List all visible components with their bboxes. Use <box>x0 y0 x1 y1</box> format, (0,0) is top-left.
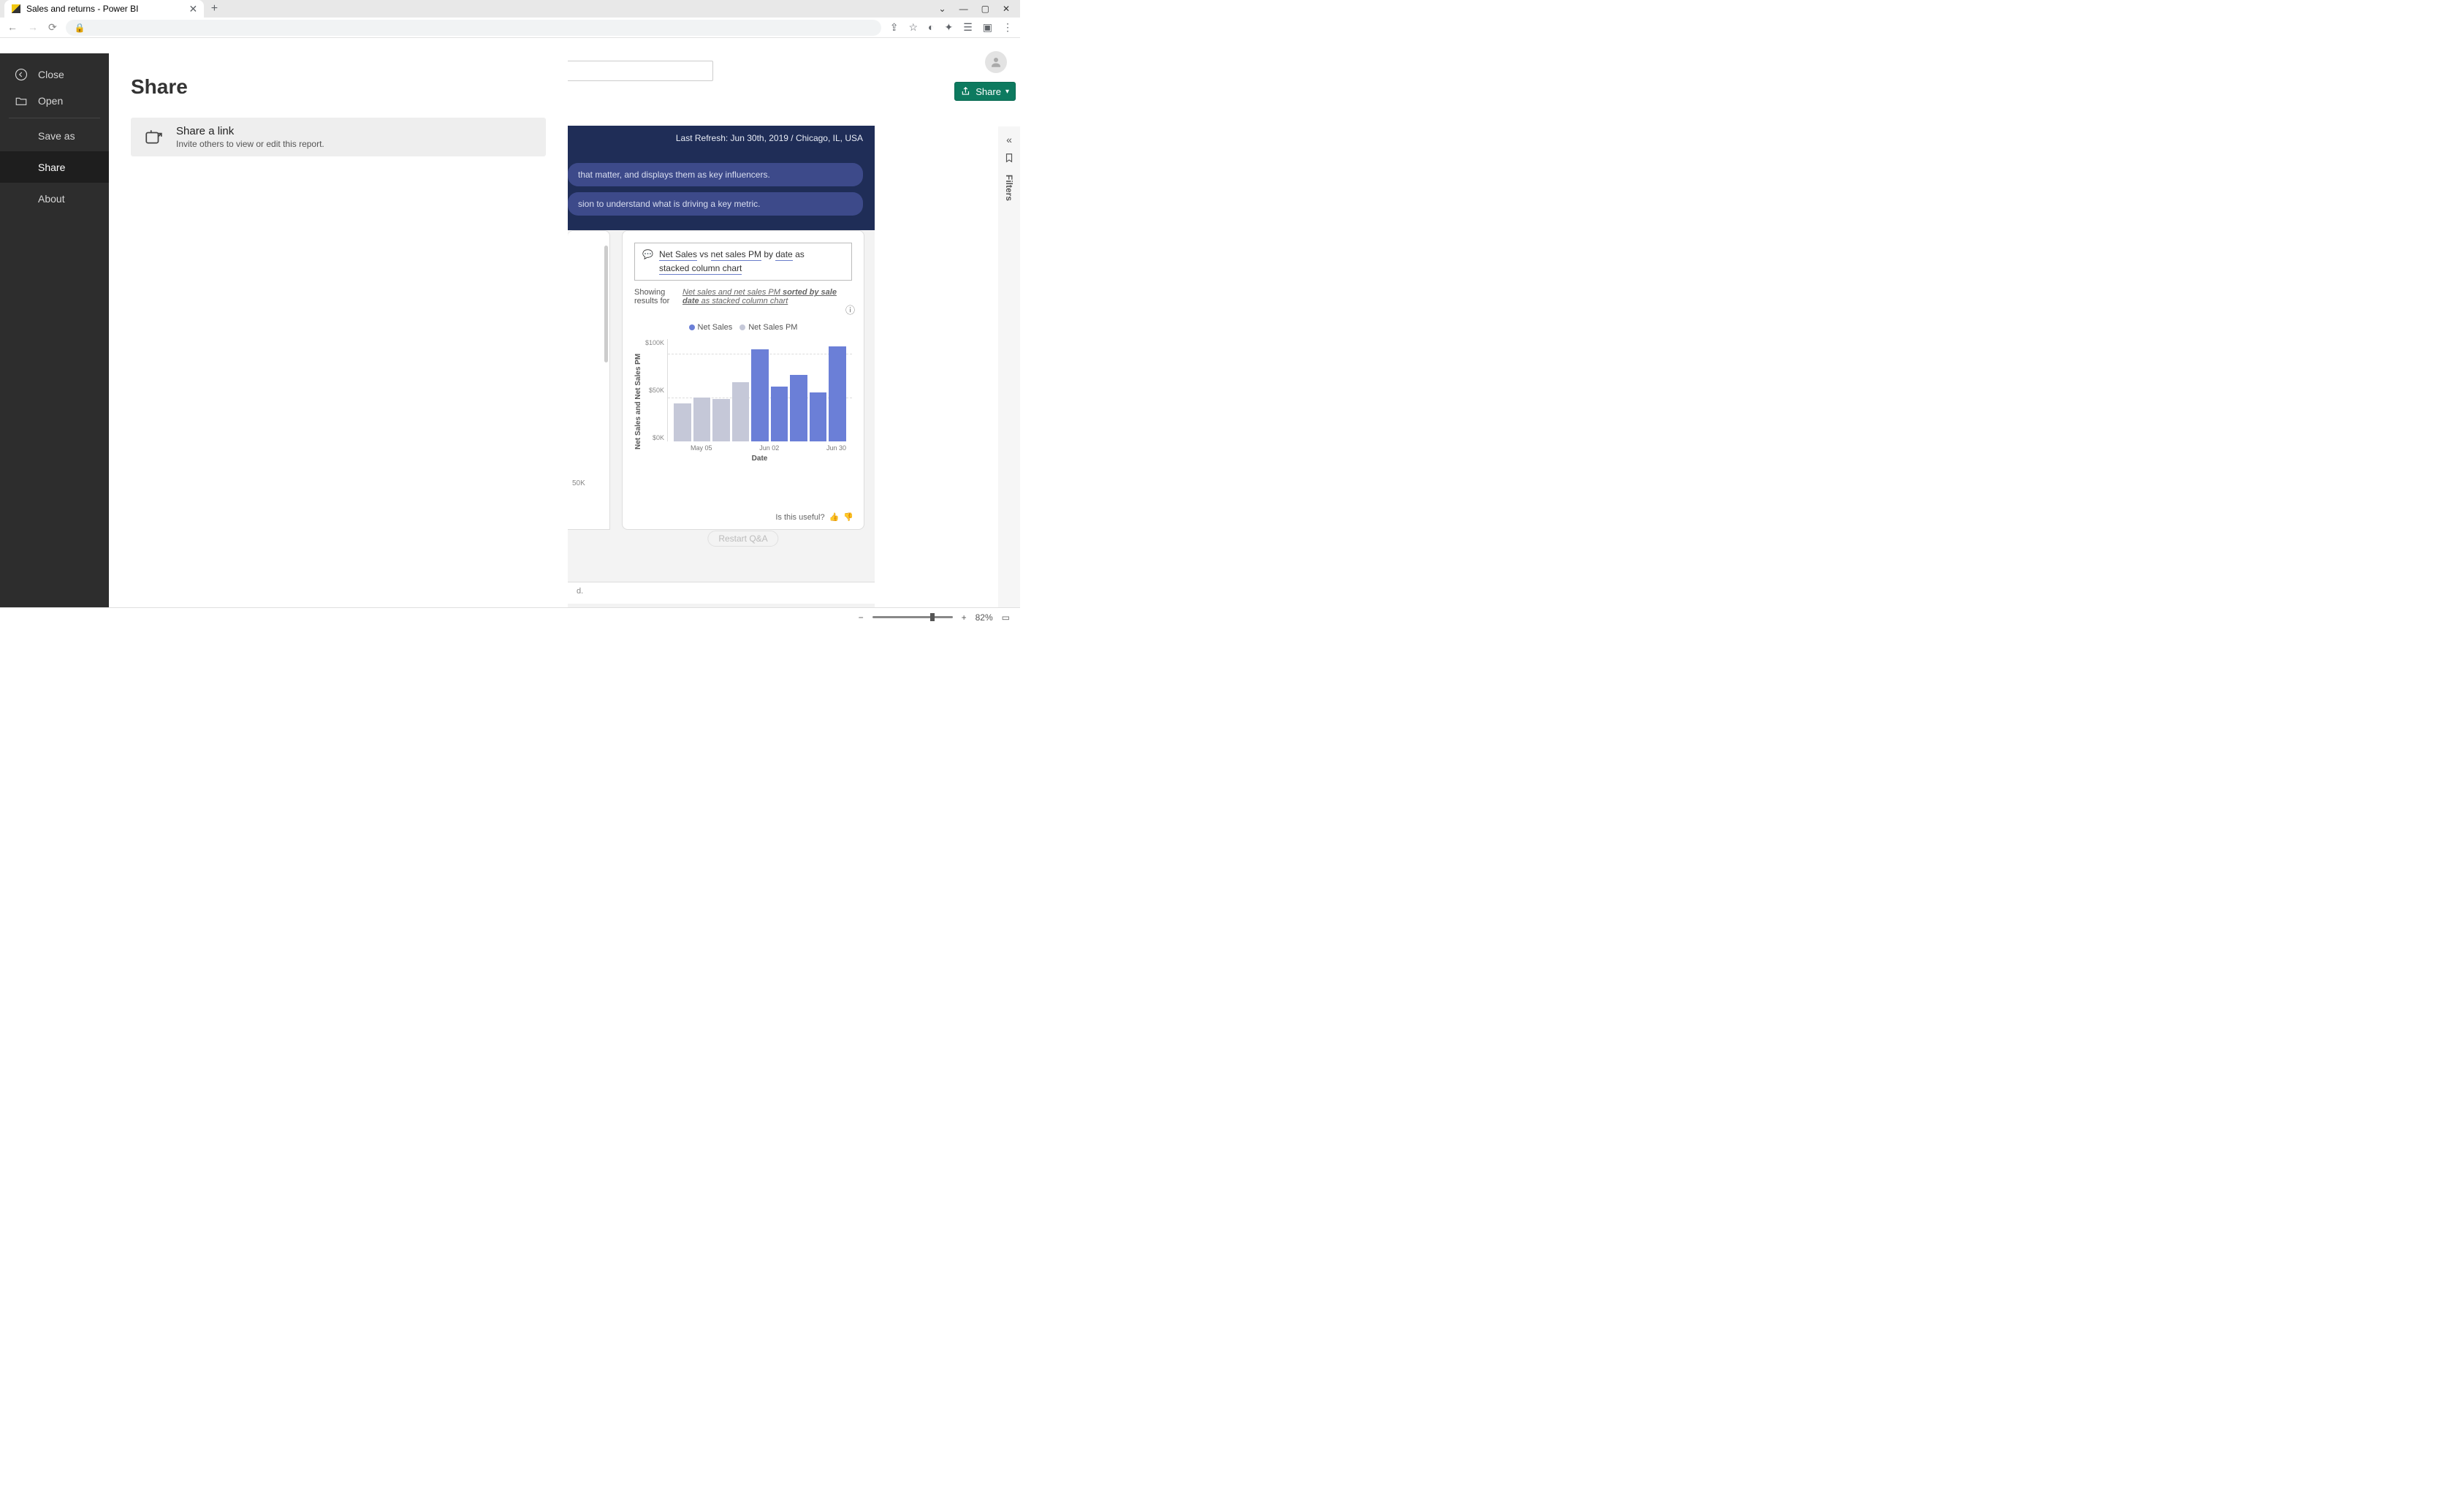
chat-icon: 💬 <box>642 249 653 259</box>
share-pane: Share Share a link Invite others to view… <box>109 53 568 626</box>
zoom-level: 82% <box>976 612 993 623</box>
status-bar: − + 82% ▭ <box>0 607 1020 626</box>
new-tab-button[interactable]: + <box>204 0 224 19</box>
puzzle-icon[interactable]: ✦ <box>944 21 953 34</box>
window-controls: ⌄ — ▢ ✕ <box>929 4 1020 14</box>
avatar[interactable] <box>985 51 1007 73</box>
back-button[interactable]: ← <box>7 21 18 34</box>
qna-card: 💬 Net Sales vs net sales PM by date as s… <box>622 230 864 530</box>
file-menu-open[interactable]: Open <box>0 85 109 116</box>
minimize-button[interactable]: — <box>959 4 968 14</box>
qna-showing: Showing results for Net sales and net sa… <box>634 288 852 305</box>
file-menu-about[interactable]: About <box>0 183 109 214</box>
report-header: Last Refresh: Jun 30th, 2019 / Chicago, … <box>568 126 875 150</box>
plot-area <box>667 339 852 441</box>
x-axis-label: Date <box>667 455 852 463</box>
share-link-card[interactable]: Share a link Invite others to view or ed… <box>131 118 546 156</box>
sidepanel-icon[interactable]: ▣ <box>983 21 992 34</box>
chart-bar[interactable] <box>790 375 807 441</box>
share-card-subtitle: Invite others to view or edit this repor… <box>176 139 324 149</box>
chart-bar[interactable] <box>771 387 788 442</box>
forward-button[interactable]: → <box>28 21 38 34</box>
useful-prompt: Is this useful? 👍 👎 <box>775 512 853 522</box>
chevron-down-icon[interactable]: ⌄ <box>939 4 946 14</box>
chevron-down-icon: ▾ <box>1005 88 1009 96</box>
share-button-label: Share <box>976 86 1001 97</box>
reading-list-icon[interactable]: ☰ <box>963 21 973 34</box>
share-link-icon <box>144 128 163 147</box>
file-menu-panel: Close Open Save as Share About <box>0 53 109 626</box>
file-menu-close[interactable]: Close <box>0 53 109 85</box>
scrollbar-thumb[interactable] <box>604 246 608 362</box>
qna-query-text: Net Sales vs net sales PM by date as sta… <box>659 248 805 276</box>
thumbs-down-icon[interactable]: 👎 <box>843 512 853 522</box>
chart-bar[interactable] <box>829 346 846 442</box>
filters-label: Filters <box>1004 175 1014 201</box>
filters-pane-collapsed[interactable]: « Filters <box>998 126 1020 626</box>
lock-icon: 🔒 <box>75 23 85 33</box>
zoom-in-button[interactable]: + <box>962 612 967 623</box>
bookmark-outline-icon[interactable] <box>1004 153 1014 163</box>
window-close-button[interactable]: ✕ <box>1003 4 1010 14</box>
qna-query-box[interactable]: 💬 Net Sales vs net sales PM by date as s… <box>634 243 852 281</box>
legend-dot-icon <box>689 324 695 330</box>
report-footer-stub: d. <box>568 582 875 604</box>
powerbi-favicon-icon <box>12 4 20 13</box>
extension-icon[interactable]: ◐ <box>928 21 934 34</box>
share-card-title: Share a link <box>176 125 324 137</box>
restart-qna-button[interactable]: Restart Q&A <box>707 531 778 547</box>
browser-tab[interactable]: Sales and returns - Power BI ✕ <box>4 0 204 18</box>
chart-bar[interactable] <box>712 399 730 441</box>
info-banner[interactable]: that matter, and displays them as key in… <box>568 163 863 186</box>
showing-text: Net sales and net sales PM sorted by sal… <box>682 288 852 305</box>
chart-bar[interactable] <box>674 403 691 442</box>
app-root: Share ▾ Last Refresh: Jun 30th, 2019 / C… <box>0 38 1020 626</box>
browser-tab-strip: Sales and returns - Power BI ✕ + ⌄ — ▢ ✕ <box>0 0 1020 18</box>
tab-close-button[interactable]: ✕ <box>188 4 198 14</box>
report-canvas: Last Refresh: Jun 30th, 2019 / Chicago, … <box>568 126 875 626</box>
showing-label: Showing results for <box>634 288 674 305</box>
bookmark-icon[interactable]: ☆ <box>908 21 918 34</box>
partial-card-left: 50K <box>568 230 610 530</box>
share-url-icon[interactable]: ⇪ <box>890 21 899 34</box>
banner-area: that matter, and displays them as key in… <box>568 150 875 230</box>
tab-title: Sales and returns - Power BI <box>26 4 138 14</box>
zoom-slider[interactable] <box>872 616 953 618</box>
url-field[interactable]: 🔒 <box>66 20 881 36</box>
share-arrow-icon <box>961 86 971 96</box>
legend-dot-icon <box>739 324 745 330</box>
y-axis-label: Net Sales and Net Sales PM <box>634 339 642 463</box>
reload-button[interactable]: ⟳ <box>48 21 57 34</box>
share-button[interactable]: Share ▾ <box>954 82 1016 101</box>
back-circle-icon <box>15 68 28 81</box>
thumbs-up-icon[interactable]: 👍 <box>829 512 840 522</box>
share-pane-title: Share <box>131 75 546 99</box>
axis-tick-stub: 50K <box>568 479 609 487</box>
zoom-out-button[interactable]: − <box>859 612 864 623</box>
chart-bar[interactable] <box>810 392 827 442</box>
chart-bar[interactable] <box>693 398 711 442</box>
chevron-left-icon[interactable]: « <box>1006 134 1012 145</box>
maximize-button[interactable]: ▢ <box>981 4 989 14</box>
info-icon[interactable]: ⓘ <box>845 303 855 316</box>
user-icon <box>989 56 1003 69</box>
last-refresh-text: Last Refresh: Jun 30th, 2019 / Chicago, … <box>676 133 863 143</box>
x-axis-ticks: May 05 Jun 02 Jun 30 <box>667 441 852 452</box>
fit-to-page-icon[interactable]: ▭ <box>1002 612 1010 623</box>
chart-bar[interactable] <box>732 382 750 442</box>
chart-legend: Net Sales Net Sales PM <box>634 323 852 332</box>
slider-thumb[interactable] <box>930 613 935 621</box>
file-menu-save-as[interactable]: Save as <box>0 120 109 151</box>
file-menu-share[interactable]: Share <box>0 151 109 183</box>
folder-icon <box>15 94 28 107</box>
chart-bar[interactable] <box>751 349 769 441</box>
info-banner[interactable]: sion to understand what is driving a key… <box>568 192 863 216</box>
kebab-menu-button[interactable]: ⋮ <box>1003 21 1013 34</box>
address-bar: ← → ⟳ 🔒 ⇪ ☆ ◐ ✦ ☰ ▣ ⋮ <box>0 18 1020 38</box>
chart-area: Net Sales and Net Sales PM $100K $50K $0… <box>634 339 852 463</box>
y-axis-ticks: $100K $50K $0K <box>642 339 667 441</box>
